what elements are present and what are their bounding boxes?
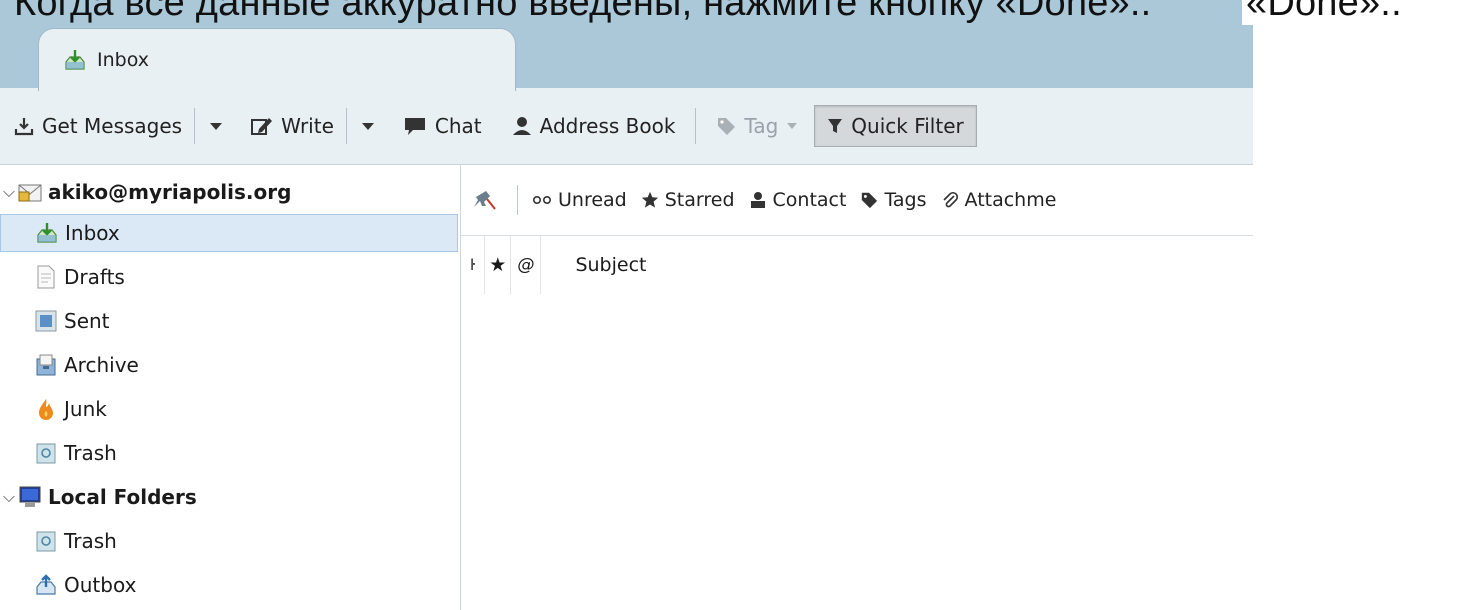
folder-inbox[interactable]: Inbox xyxy=(0,214,458,252)
toolbar-divider xyxy=(194,108,196,144)
local-folders-row[interactable]: ⌵ Local Folders xyxy=(0,478,458,516)
folder-label: Trash xyxy=(64,529,117,553)
folder-drafts[interactable]: Drafts xyxy=(0,258,458,296)
local-folder-trash[interactable]: Trash xyxy=(0,522,458,560)
quick-filter-label: Quick Filter xyxy=(851,114,964,138)
pencil-icon xyxy=(251,118,273,135)
column-attachment[interactable]: @ xyxy=(511,236,542,294)
folder-label: Outbox xyxy=(64,573,137,597)
outbox-icon xyxy=(36,574,56,595)
address-book-button[interactable]: Address Book xyxy=(506,106,682,146)
caption-text: Когда все данные аккуратно введены, нажм… xyxy=(14,0,1152,24)
download-icon xyxy=(14,118,34,136)
archive-icon xyxy=(36,354,56,376)
computer-icon xyxy=(19,486,41,507)
filter-contact[interactable]: Contact xyxy=(749,189,847,211)
folder-trash[interactable]: Trash xyxy=(0,434,458,472)
star-icon xyxy=(641,191,658,208)
thread-icon: ŀ xyxy=(470,256,476,274)
tag-icon xyxy=(718,118,736,135)
address-book-label: Address Book xyxy=(539,114,676,138)
folder-archive[interactable]: Archive xyxy=(0,346,458,384)
toolbar-divider xyxy=(695,108,697,144)
filter-starred[interactable]: Starred xyxy=(641,189,735,211)
filter-starred-label: Starred xyxy=(664,189,735,211)
star-icon: ★ xyxy=(489,254,507,276)
filter-tags[interactable]: Tags xyxy=(860,189,927,211)
chat-bubble-icon xyxy=(404,118,425,135)
folder-label: Trash xyxy=(64,441,117,465)
drafts-icon xyxy=(37,265,55,289)
thunderbird-window: Inbox Get Messages Write Chat Address Bo… xyxy=(0,0,1253,610)
tag-label: Tag xyxy=(744,114,779,138)
chat-label: Chat xyxy=(434,114,482,138)
unread-dots-icon xyxy=(532,195,552,205)
get-messages-dropdown[interactable] xyxy=(201,106,231,146)
chat-button[interactable]: Chat xyxy=(397,106,488,146)
instruction-caption: Когда все данные аккуратно введены, нажм… xyxy=(14,0,1464,25)
chevron-down-icon[interactable]: ⌵ xyxy=(0,487,18,507)
column-subject[interactable]: Subject xyxy=(541,236,1253,294)
account-label: akiko@myriapolis.org xyxy=(48,180,292,204)
filter-attachment-label: Attachme xyxy=(964,189,1057,211)
junk-flame-icon xyxy=(39,399,53,420)
dropdown-arrow-icon xyxy=(361,123,374,130)
contact-person-icon xyxy=(512,117,531,135)
trash-icon xyxy=(36,531,56,552)
folder-label: Junk xyxy=(64,397,107,421)
contact-card-icon xyxy=(750,192,765,208)
paperclip-icon xyxy=(942,191,958,208)
folder-pane: ⌵ akiko@myriapolis.org Inbox Drafts Sent… xyxy=(0,165,461,610)
pin-icon xyxy=(474,191,496,210)
folder-label: Sent xyxy=(64,309,110,333)
folder-sent[interactable]: Sent xyxy=(0,302,458,340)
caption-tail: «Done».. xyxy=(1242,0,1402,25)
folder-label: Inbox xyxy=(65,221,120,245)
dropdown-arrow-icon xyxy=(787,123,798,129)
filter-contact-label: Contact xyxy=(772,189,847,211)
dropdown-arrow-icon xyxy=(210,123,223,130)
main-toolbar: Get Messages Write Chat Address Book Tag… xyxy=(0,88,1253,165)
toolbar-divider xyxy=(345,108,347,144)
get-messages-button[interactable]: Get Messages xyxy=(8,106,188,146)
tag-icon xyxy=(862,192,878,209)
column-star[interactable]: ★ xyxy=(485,236,512,294)
folder-label: Archive xyxy=(64,353,139,377)
quick-filter-button[interactable]: Quick Filter xyxy=(814,105,977,147)
subject-column-label: Subject xyxy=(575,254,647,276)
quick-filter-bar: Unread Starred Contact Tags Attachme xyxy=(461,165,1253,236)
funnel-icon xyxy=(828,119,843,133)
account-row[interactable]: ⌵ akiko@myriapolis.org xyxy=(0,173,458,211)
inbox-icon xyxy=(37,223,57,243)
write-button[interactable]: Write xyxy=(245,106,340,146)
chevron-down-icon[interactable]: ⌵ xyxy=(0,182,18,202)
filter-divider xyxy=(517,185,518,215)
get-messages-label: Get Messages xyxy=(42,114,183,138)
sent-icon xyxy=(35,310,57,332)
write-label: Write xyxy=(281,114,334,138)
sticky-filter-toggle[interactable] xyxy=(473,189,503,211)
paperclip-icon: @ xyxy=(517,255,535,275)
folder-junk[interactable]: Junk xyxy=(0,390,458,428)
tab-inbox[interactable]: Inbox xyxy=(38,28,516,91)
trash-icon xyxy=(36,443,56,464)
filter-unread-label: Unread xyxy=(558,189,627,211)
filter-attachment[interactable]: Attachme xyxy=(941,189,1057,211)
inbox-icon xyxy=(63,48,87,72)
tag-button[interactable]: Tag xyxy=(710,106,804,146)
local-folder-outbox[interactable]: Outbox xyxy=(0,566,458,604)
message-list[interactable] xyxy=(461,294,1253,610)
filter-unread[interactable]: Unread xyxy=(532,189,627,211)
message-list-header: ŀ ★ @ Subject xyxy=(461,236,1253,294)
filter-tags-label: Tags xyxy=(884,189,927,211)
column-thread[interactable]: ŀ xyxy=(461,236,486,294)
local-folders-label: Local Folders xyxy=(48,485,197,509)
mail-account-icon xyxy=(18,184,42,202)
tab-label: Inbox xyxy=(97,49,149,71)
folder-label: Drafts xyxy=(64,265,125,289)
write-dropdown[interactable] xyxy=(353,106,383,146)
